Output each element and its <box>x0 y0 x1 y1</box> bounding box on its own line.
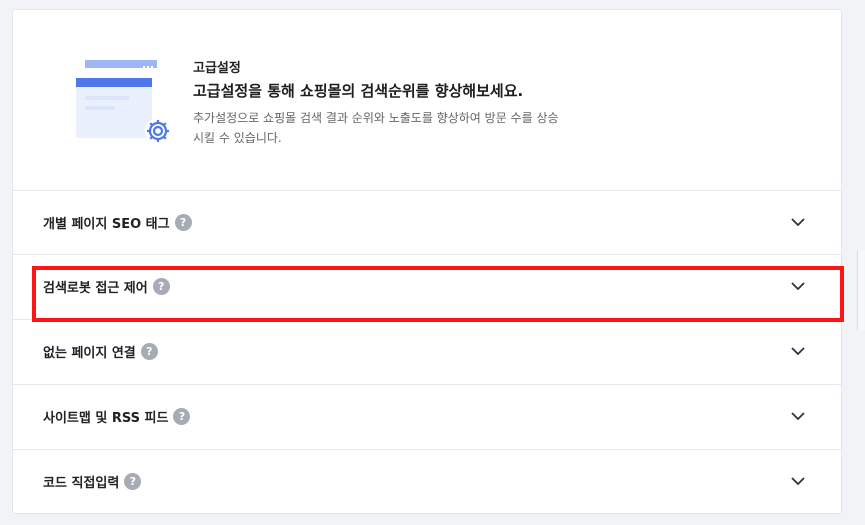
page-description: 추가설정으로 쇼핑몰 검색 결과 순위와 노출도를 향상하여 방문 수를 상승시… <box>193 111 559 145</box>
section-label: 코드 직접입력 <box>43 476 120 491</box>
chevron-down-icon[interactable] <box>791 476 805 486</box>
section-label: 개별 페이지 SEO 태그 <box>43 217 170 232</box>
chevron-down-icon[interactable] <box>791 217 805 227</box>
section-missing-page[interactable]: 없는 페이지 연결 ? <box>13 319 841 383</box>
section-robot-access[interactable]: 검색로봇 접근 제어 ? <box>13 254 841 318</box>
section-label-row: 개별 페이지 SEO 태그 ? <box>43 213 192 232</box>
seo-settings-card: 고급설정 고급설정을 통해 쇼핑몰의 검색순위를 향상해보세요. 추가설정으로 … <box>12 9 842 514</box>
section-label: 사이트맵 및 RSS 피드 <box>43 411 169 426</box>
side-panel-edge <box>857 250 865 330</box>
chevron-down-icon[interactable] <box>791 281 805 291</box>
section-label: 없는 페이지 연결 <box>43 346 136 361</box>
page-title: 고급설정 <box>193 61 241 76</box>
section-label-row: 검색로봇 접근 제어 ? <box>43 277 170 296</box>
help-icon[interactable]: ? <box>173 408 191 425</box>
help-icon[interactable]: ? <box>140 343 158 360</box>
section-code-input[interactable]: 코드 직접입력 ? <box>13 449 841 513</box>
help-icon[interactable]: ? <box>174 214 192 231</box>
help-icon[interactable]: ? <box>124 473 142 490</box>
section-label-row: 없는 페이지 연결 ? <box>43 342 158 361</box>
chevron-down-icon[interactable] <box>791 346 805 356</box>
settings-illustration-icon <box>76 60 171 144</box>
chevron-down-icon[interactable] <box>791 411 805 421</box>
page-subtitle: 고급설정을 통해 쇼핑몰의 검색순위를 향상해보세요. <box>193 82 524 100</box>
section-label-row: 사이트맵 및 RSS 피드 ? <box>43 407 191 426</box>
section-sitemap-rss[interactable]: 사이트맵 및 RSS 피드 ? <box>13 384 841 448</box>
section-label: 검색로봇 접근 제어 <box>43 281 148 296</box>
section-label-row: 코드 직접입력 ? <box>43 472 142 491</box>
settings-header: 고급설정 고급설정을 통해 쇼핑몰의 검색순위를 향상해보세요. 추가설정으로 … <box>13 10 841 190</box>
section-seo-tags[interactable]: 개별 페이지 SEO 태그 ? <box>13 190 841 254</box>
help-icon[interactable]: ? <box>152 278 170 295</box>
